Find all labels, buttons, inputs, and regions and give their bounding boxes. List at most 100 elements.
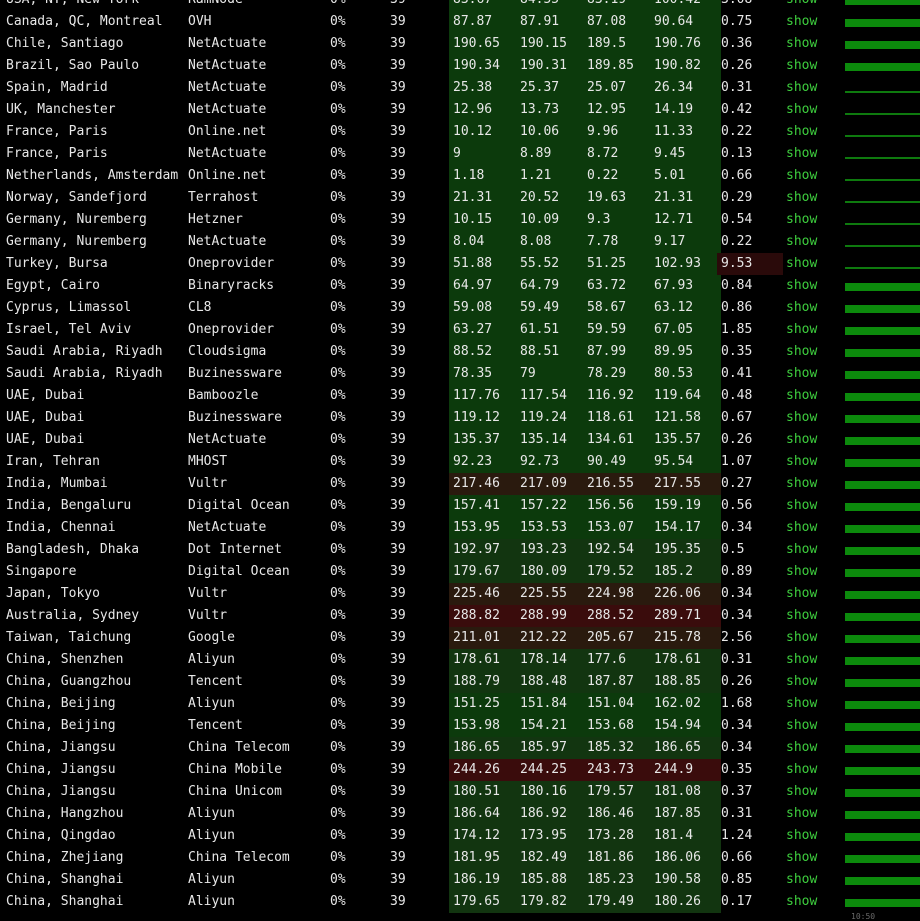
row-last-ms: 21.31 (449, 187, 520, 209)
row-worst-ms: 226.06 (650, 583, 721, 605)
row-loss: 0% (330, 762, 346, 777)
row-avg-ms: 59.49 (516, 297, 587, 319)
row-avg-ms: 288.99 (516, 605, 587, 627)
show-graph-link[interactable]: show (786, 825, 832, 847)
row-last-ms: 135.37 (449, 429, 520, 451)
row-stdev: 0.13 (721, 146, 753, 161)
row-avg-ms: 119.24 (516, 407, 587, 429)
row-provider: CL8 (188, 300, 212, 315)
row-sent: 39 (390, 564, 406, 579)
row-location: Saudi Arabia, Riyadh (6, 344, 163, 359)
show-graph-link[interactable]: show (786, 605, 832, 627)
show-graph-link[interactable]: show (786, 649, 832, 671)
row-worst-ms: 154.94 (650, 715, 721, 737)
sparkline-bar (845, 767, 920, 775)
row-avg-ms: 225.55 (516, 583, 587, 605)
show-graph-link[interactable]: show (786, 0, 832, 11)
row-last-ms: 64.97 (449, 275, 520, 297)
row-last-ms: 10.15 (449, 209, 520, 231)
show-graph-link[interactable]: show (786, 341, 832, 363)
show-graph-link[interactable]: show (786, 143, 832, 165)
show-graph-link[interactable]: show (786, 495, 832, 517)
show-graph-link[interactable]: show (786, 319, 832, 341)
show-graph-link[interactable]: show (786, 77, 832, 99)
show-graph-link[interactable]: show (786, 737, 832, 759)
row-stdev: 0.34 (721, 608, 753, 623)
show-graph-link[interactable]: show (786, 715, 832, 737)
row-stdev: 0.37 (721, 784, 753, 799)
show-graph-link[interactable]: show (786, 847, 832, 869)
row-sent: 39 (390, 674, 406, 689)
latency-sparkline (845, 11, 920, 33)
row-best-ms: 185.32 (583, 737, 654, 759)
latency-sparkline (845, 99, 920, 121)
row-worst-ms: 190.82 (650, 55, 721, 77)
show-graph-link[interactable]: show (786, 385, 832, 407)
show-graph-link[interactable]: show (786, 429, 832, 451)
show-graph-link[interactable]: show (786, 561, 832, 583)
row-location: China, Shenzhen (6, 652, 124, 667)
show-graph-link[interactable]: show (786, 759, 832, 781)
show-graph-link[interactable]: show (786, 165, 832, 187)
row-stdev: 0.42 (721, 102, 753, 117)
row-avg-ms: 217.09 (516, 473, 587, 495)
show-graph-link[interactable]: show (786, 99, 832, 121)
row-provider: Vultr (188, 586, 228, 601)
show-graph-link[interactable]: show (786, 693, 832, 715)
row-last-ms: 83.67 (449, 0, 520, 11)
row-avg-ms: 55.52 (516, 253, 587, 275)
show-graph-link[interactable]: show (786, 187, 832, 209)
sparkline-bar (845, 459, 920, 467)
show-graph-link[interactable]: show (786, 253, 832, 275)
row-best-ms: 288.52 (583, 605, 654, 627)
show-graph-link[interactable]: show (786, 869, 832, 891)
show-graph-link[interactable]: show (786, 55, 832, 77)
row-loss: 0% (330, 278, 346, 293)
row-location: Canada, QC, Montreal (6, 14, 163, 29)
sparkline-bar (845, 877, 920, 885)
row-loss: 0% (330, 322, 346, 337)
show-graph-link[interactable]: show (786, 407, 832, 429)
show-graph-link[interactable]: show (786, 803, 832, 825)
row-sent: 39 (390, 146, 406, 161)
latency-sparkline (845, 407, 920, 429)
show-graph-link[interactable]: show (786, 671, 832, 693)
latency-sparkline (845, 77, 920, 99)
row-provider: Oneprovider (188, 256, 275, 271)
show-graph-link[interactable]: show (786, 781, 832, 803)
show-graph-link[interactable]: show (786, 231, 832, 253)
show-graph-link[interactable]: show (786, 517, 832, 539)
row-location: UAE, Dubai (6, 388, 85, 403)
row-stdev: 0.31 (721, 806, 753, 821)
show-graph-link[interactable]: show (786, 297, 832, 319)
show-graph-link[interactable]: show (786, 451, 832, 473)
row-worst-ms: 185.2 (650, 561, 721, 583)
sparkline-bar (845, 179, 920, 181)
show-graph-link[interactable]: show (786, 33, 832, 55)
row-provider: NetActuate (188, 80, 267, 95)
show-graph-link[interactable]: show (786, 121, 832, 143)
show-graph-link[interactable]: show (786, 539, 832, 561)
show-graph-link[interactable]: show (786, 363, 832, 385)
row-worst-ms: 100.42 (650, 0, 721, 11)
row-worst-ms: 180.26 (650, 891, 721, 913)
show-graph-link[interactable]: show (786, 583, 832, 605)
row-last-ms: 1.18 (449, 165, 520, 187)
table-row: Norway, Sandefjord Terrahost 0% 39 21.31 20.5… (0, 187, 920, 209)
show-graph-link[interactable]: show (786, 627, 832, 649)
sparkline-bar (845, 415, 920, 423)
show-graph-link[interactable]: show (786, 11, 832, 33)
show-graph-link[interactable]: show (786, 891, 832, 913)
row-stdev: 0.34 (721, 718, 753, 733)
row-worst-ms: 12.71 (650, 209, 721, 231)
sparkline-bar (845, 635, 920, 643)
show-graph-link[interactable]: show (786, 209, 832, 231)
row-stdev: 0.35 (721, 762, 753, 777)
row-best-ms: 78.29 (583, 363, 654, 385)
show-graph-link[interactable]: show (786, 473, 832, 495)
show-graph-link[interactable]: show (786, 275, 832, 297)
table-row: China, Guangzhou Tencent 0% 39 188.79 188.48 1… (0, 671, 920, 693)
row-location: China, Jiangsu (6, 784, 116, 799)
row-loss: 0% (330, 652, 346, 667)
row-avg-ms: 8.08 (516, 231, 587, 253)
